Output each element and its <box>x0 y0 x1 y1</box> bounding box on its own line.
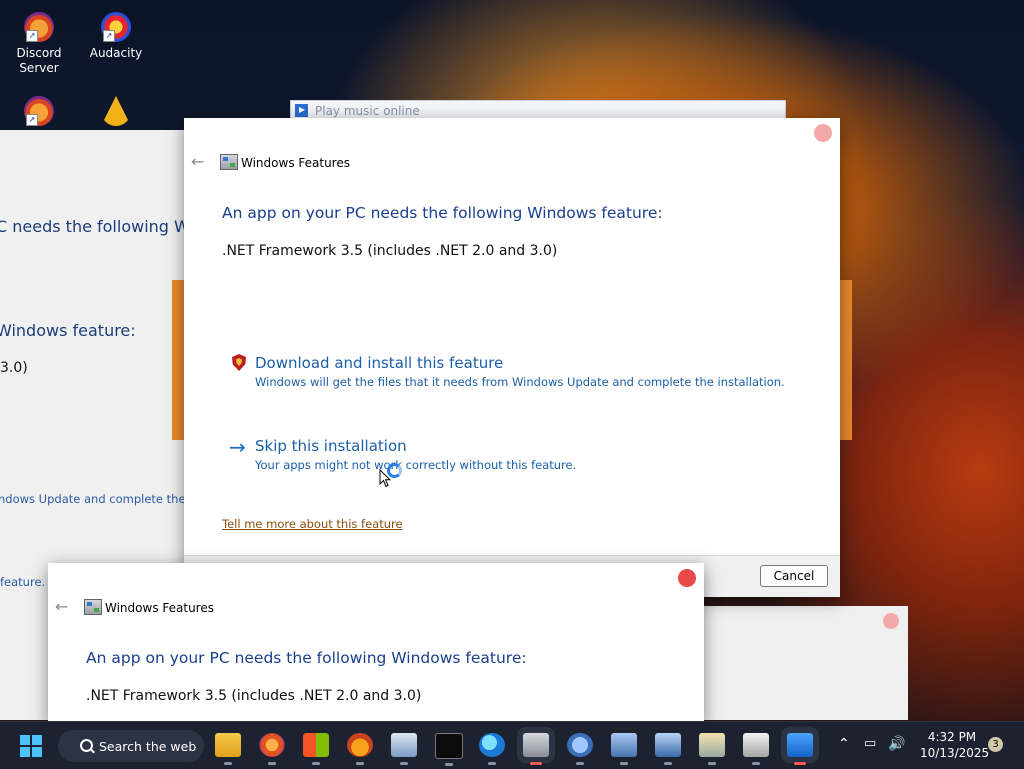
background-framework-text: 3.0) <box>0 360 28 376</box>
close-icon[interactable] <box>678 569 696 587</box>
search-label: Search the web <box>99 739 197 754</box>
background-feature-text-2: feature. <box>0 575 46 589</box>
busy-spinner-icon <box>387 463 402 478</box>
desktop-icon-label: Discord Server <box>16 46 62 75</box>
clock-time: 4:32 PM <box>927 730 977 744</box>
feature-name: .NET Framework 3.5 (includes .NET 2.0 an… <box>86 688 422 704</box>
resource-monitor-icon[interactable] <box>391 733 417 765</box>
option-download-desc: Windows will get the files that it needs… <box>255 375 785 389</box>
start-button[interactable] <box>20 735 42 757</box>
microsoft-store-icon[interactable] <box>303 733 329 765</box>
recycle-icon[interactable] <box>743 733 769 765</box>
clock-date: 10/13/2025 <box>920 746 990 760</box>
chevron-up-icon[interactable]: ⌃ <box>838 736 850 752</box>
windows-features-dialog-2: ← Windows Features An app on your PC nee… <box>48 563 704 723</box>
background-window-right[interactable] <box>700 606 908 720</box>
option-skip-desc: Your apps might not work correctly witho… <box>255 458 577 472</box>
windows-features-icon <box>84 599 102 615</box>
shield-icon <box>232 354 246 371</box>
terminal-icon[interactable] <box>435 733 463 766</box>
discord-icon: ↗ <box>24 96 54 126</box>
archive-icon[interactable] <box>699 733 725 765</box>
audacity-icon: ↗ <box>101 12 131 42</box>
network-status-icon[interactable]: ▭ <box>864 736 876 751</box>
network-icon-2[interactable] <box>655 733 681 765</box>
arrow-right-icon: → <box>229 435 246 459</box>
windows-features-taskbar-icon[interactable] <box>523 733 549 765</box>
dialog-title: Windows Features <box>105 601 214 615</box>
option-download-title: Download and install this feature <box>255 354 504 372</box>
file-explorer-icon[interactable] <box>215 733 241 765</box>
music-window-title: Play music online <box>315 104 420 118</box>
dialog-heading: An app on your PC needs the following Wi… <box>222 204 663 222</box>
shortcut-arrow-icon: ↗ <box>26 114 38 126</box>
windows-features-icon <box>220 154 238 170</box>
clock[interactable]: 4:32 PM 10/13/2025 <box>920 729 990 761</box>
edge-icon[interactable] <box>479 733 505 765</box>
windows-features-dialog: ← Windows Features An app on your PC nee… <box>184 118 840 597</box>
notification-badge[interactable]: 3 <box>988 737 1003 752</box>
network-icon[interactable] <box>611 733 637 765</box>
tell-me-more-link[interactable]: Tell me more about this feature <box>222 517 403 531</box>
firefox-icon[interactable] <box>259 733 285 765</box>
background-feature-text: Windows feature: <box>0 321 136 340</box>
back-arrow-icon[interactable]: ← <box>191 152 204 171</box>
taskbar: Search the web ⌃ ▭ 🔊 4:32 PM 10/13/2025 … <box>0 721 1024 769</box>
discord-icon: ↗ <box>24 12 54 42</box>
search-box[interactable]: Search the web <box>58 730 204 762</box>
desktop-icon-discord-server[interactable]: ↗ Discord Server <box>4 12 74 76</box>
close-icon[interactable] <box>814 124 832 142</box>
desktop-icon-audacity[interactable]: ↗ Audacity <box>81 12 151 61</box>
dialog-title: Windows Features <box>241 156 350 170</box>
vlc-icon[interactable] <box>347 733 373 765</box>
volume-icon[interactable]: 🔊 <box>888 736 905 752</box>
close-icon[interactable] <box>883 613 899 629</box>
search-icon <box>80 739 93 752</box>
desktop-icon-discord-2[interactable]: ↗ <box>4 96 74 130</box>
media-player-icon[interactable] <box>787 733 813 765</box>
option-skip-title: Skip this installation <box>255 437 407 455</box>
aimp-icon <box>101 96 131 126</box>
desktop-icon-aimp[interactable] <box>81 96 151 130</box>
background-accent-stripe-right <box>838 280 852 440</box>
internet-options-icon[interactable] <box>567 733 593 765</box>
background-heading: C needs the following Wind <box>0 217 215 236</box>
shortcut-arrow-icon: ↗ <box>103 30 115 42</box>
dialog-heading: An app on your PC needs the following Wi… <box>86 649 527 667</box>
shortcut-arrow-icon: ↗ <box>26 30 38 42</box>
cancel-button[interactable]: Cancel <box>760 565 828 587</box>
desktop-icon-label: Audacity <box>89 46 143 60</box>
play-icon <box>295 104 308 117</box>
feature-name: .NET Framework 3.5 (includes .NET 2.0 an… <box>222 243 558 259</box>
back-arrow-icon[interactable]: ← <box>55 597 68 616</box>
background-update-text: ndows Update and complete the in <box>0 492 200 506</box>
